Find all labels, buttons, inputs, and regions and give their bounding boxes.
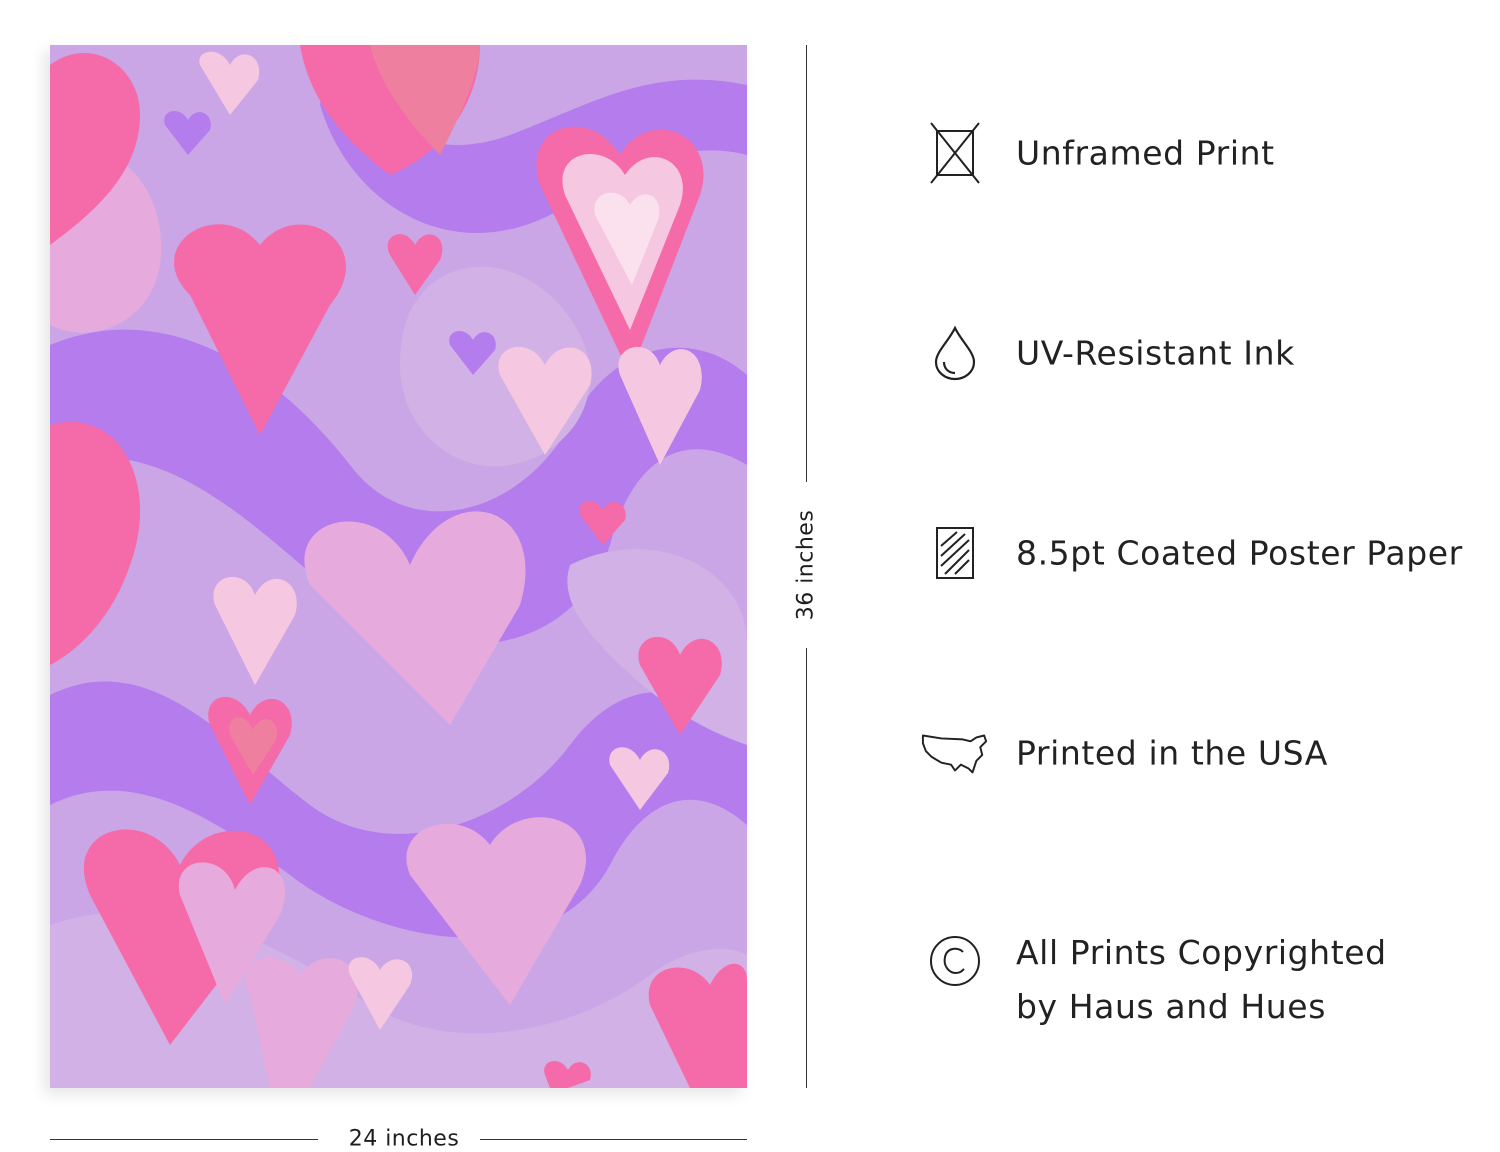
heart-pattern-art — [50, 45, 747, 1088]
unframed-icon — [920, 118, 990, 188]
ink-drop-icon — [920, 318, 990, 388]
feature-label: Unframed Print — [1016, 133, 1275, 173]
width-dimension-line-left — [50, 1139, 318, 1140]
feature-label-line2: by Haus and Hues — [1016, 987, 1326, 1026]
feature-uv-resistant-ink: UV-Resistant Ink — [920, 318, 1495, 388]
width-dimension-line-right — [480, 1139, 747, 1140]
copyright-icon — [920, 926, 990, 996]
feature-label: Printed in the USA — [1016, 733, 1328, 773]
feature-label: 8.5pt Coated Poster Paper — [1016, 533, 1463, 573]
paper-icon — [920, 518, 990, 588]
usa-map-icon — [920, 718, 990, 788]
feature-copyright: All Prints Copyrighted by Haus and Hues — [920, 926, 1495, 1036]
width-dimension-label: 24 inches — [344, 1126, 464, 1152]
feature-label-line1: All Prints Copyrighted — [1016, 933, 1387, 972]
feature-label: UV-Resistant Ink — [1016, 333, 1295, 373]
feature-printed-in-usa: Printed in the USA — [920, 718, 1495, 788]
feature-coated-poster-paper: 8.5pt Coated Poster Paper — [920, 518, 1495, 588]
poster-artwork — [50, 45, 747, 1088]
feature-unframed-print: Unframed Print — [920, 118, 1495, 188]
feature-label: All Prints Copyrighted by Haus and Hues — [1016, 926, 1387, 1034]
height-dimension-label: 36 inches — [793, 509, 819, 621]
